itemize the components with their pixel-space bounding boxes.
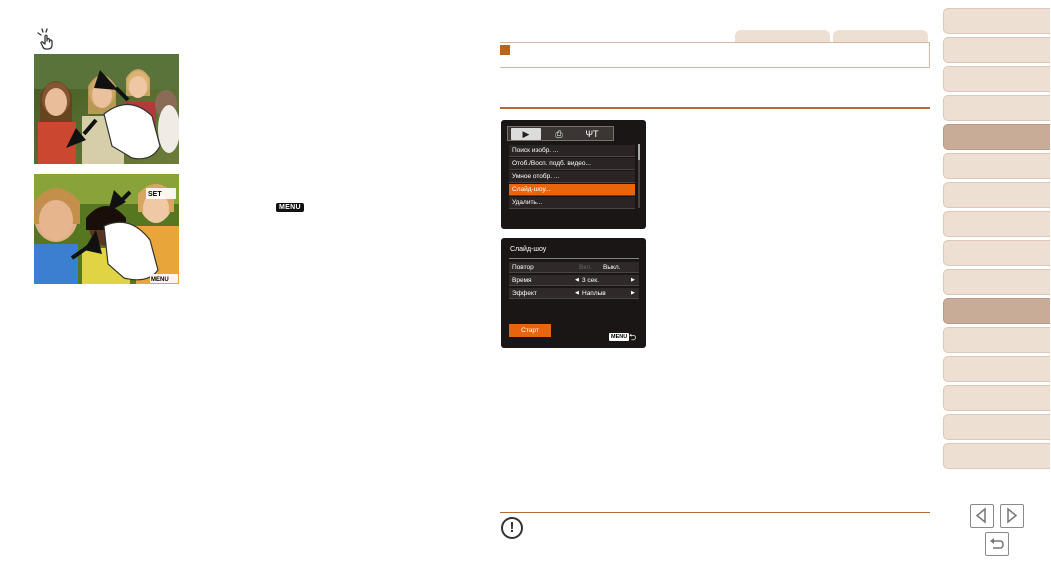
setting-label: Повтор: [512, 264, 534, 271]
triangle-left-icon: [975, 507, 986, 524]
setting-time[interactable]: Время ◀ 3 сек. ▶: [509, 275, 639, 286]
arrow-left-icon[interactable]: ◀: [575, 288, 579, 299]
setting-label: Эффект: [512, 290, 537, 297]
note-rule: [500, 512, 930, 513]
side-nav-item-2[interactable]: [943, 37, 1050, 63]
setup-tab[interactable]: ΨΤ: [577, 128, 607, 140]
return-page-button[interactable]: [985, 532, 1009, 556]
pinch-in-photo: SET MENU: [34, 174, 179, 284]
side-nav-item-16[interactable]: [943, 443, 1050, 469]
side-nav-item-5[interactable]: [943, 124, 1050, 150]
menu-badge-photo: MENU: [151, 277, 169, 283]
exclamation-circle-icon: !: [501, 517, 523, 539]
prev-page-button[interactable]: [970, 504, 994, 528]
back-arrow-icon: ⮌: [629, 332, 637, 342]
side-nav-item-14[interactable]: [943, 385, 1050, 411]
camera-tabs: ▶ ⎙ ΨΤ: [507, 126, 614, 141]
menu-item-image-search[interactable]: Поиск изобр. ...: [509, 145, 635, 157]
side-nav-item-12[interactable]: [943, 327, 1050, 353]
setting-value-off-option: Вкл.: [579, 264, 592, 271]
side-nav-item-8[interactable]: [943, 211, 1050, 237]
side-nav-item-9[interactable]: [943, 240, 1050, 266]
side-nav-item-4[interactable]: [943, 95, 1050, 121]
side-nav-item-6[interactable]: [943, 153, 1050, 179]
triangle-right-icon: [1007, 507, 1018, 524]
slideshow-title: Слайд-шоу: [510, 246, 547, 253]
return-arrow-icon: [990, 538, 1004, 549]
arrow-right-icon[interactable]: ▶: [631, 288, 635, 299]
setting-value: Наплыв: [582, 290, 606, 297]
slideshow-settings-screen: Слайд-шоу Повтор Вкл. Выкл. Время ◀ 3 се…: [501, 238, 646, 348]
side-nav-item-10[interactable]: [943, 269, 1050, 295]
setting-label: Время: [512, 277, 532, 284]
pinch-out-photo: [34, 54, 179, 164]
start-button[interactable]: Старт: [509, 324, 551, 337]
arrow-left-icon[interactable]: ◀: [575, 275, 579, 286]
camera-menu-screen: ▶ ⎙ ΨΤ Поиск изобр. ... Отоб./Восп. подб…: [501, 120, 646, 229]
setting-value: 3 сек.: [582, 277, 599, 284]
side-nav-item-3[interactable]: [943, 66, 1050, 92]
menu-button-glyph: MENU: [276, 203, 304, 212]
side-nav-item-1[interactable]: [943, 8, 1050, 34]
touch-tap-icon: [37, 28, 53, 50]
side-nav-item-11[interactable]: [943, 298, 1050, 324]
chapter-tab-2[interactable]: [833, 30, 928, 42]
arrow-right-icon[interactable]: ▶: [631, 275, 635, 286]
menu-scroll-thumb[interactable]: [638, 144, 640, 160]
set-badge: SET: [148, 191, 162, 198]
section-header: [500, 42, 930, 68]
section-rule: [500, 107, 930, 109]
menu-item-delete[interactable]: Удалить...: [509, 197, 635, 209]
chapter-tab-1[interactable]: [735, 30, 830, 42]
menu-badge: MENU: [609, 333, 630, 341]
side-nav-item-7[interactable]: [943, 182, 1050, 208]
title-divider: [509, 258, 639, 259]
next-page-button[interactable]: [1000, 504, 1024, 528]
section-marker: [500, 45, 510, 55]
setting-effect[interactable]: Эффект ◀ Наплыв ▶: [509, 288, 639, 299]
playback-tab[interactable]: ▶: [511, 128, 541, 140]
menu-item-slideshow[interactable]: Слайд-шоу...: [509, 184, 635, 196]
print-tab[interactable]: ⎙: [544, 128, 574, 140]
setting-repeat[interactable]: Повтор Вкл. Выкл.: [509, 262, 639, 273]
setting-value: Выкл.: [603, 264, 621, 271]
side-nav-item-15[interactable]: [943, 414, 1050, 440]
menu-item-smart-shuffle[interactable]: Умное отобр. ...: [509, 171, 635, 183]
side-nav-item-13[interactable]: [943, 356, 1050, 382]
manual-page: SET MENU MENU ▶ ⎙ ΨΤ Поиск изобр. ... От…: [0, 0, 1051, 588]
menu-item-video-digest[interactable]: Отоб./Восп. подб. видео...: [509, 158, 635, 170]
